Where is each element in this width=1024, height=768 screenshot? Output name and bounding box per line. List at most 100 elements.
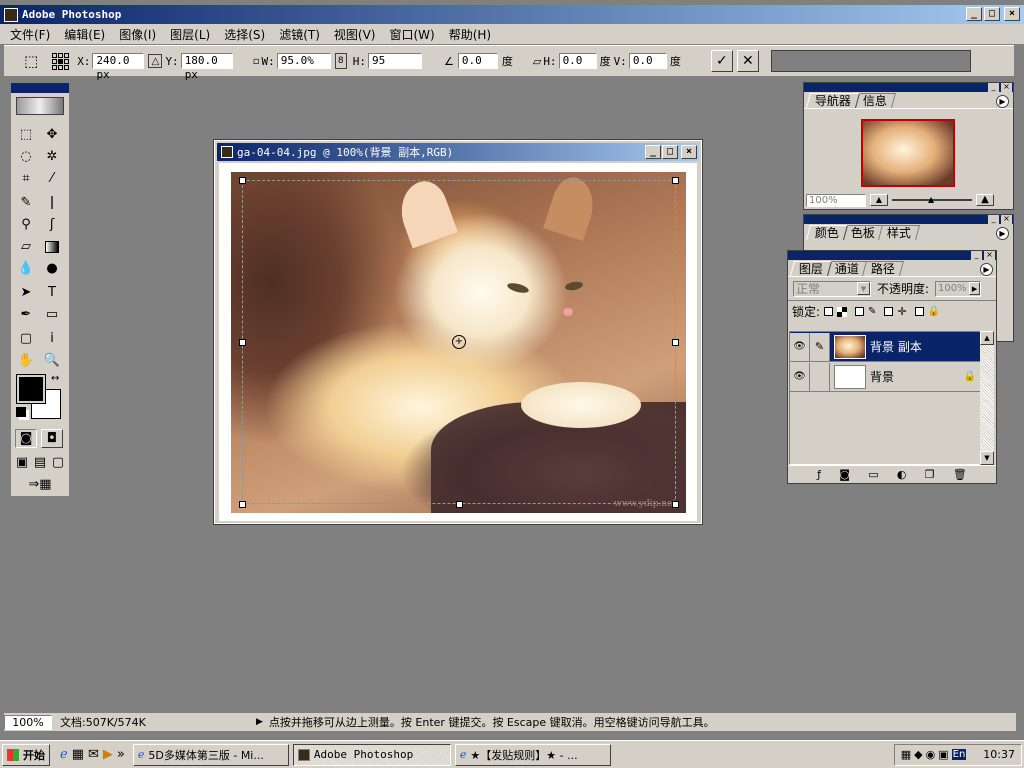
quicklaunch-more-icon[interactable]: »: [117, 747, 125, 762]
internet-explorer-icon[interactable]: ℯ: [60, 747, 68, 762]
skew-h-input[interactable]: 0.0: [558, 53, 597, 69]
scroll-up-icon[interactable]: ▲: [980, 331, 994, 345]
task-photoshop[interactable]: Adobe Photoshop: [292, 743, 451, 766]
doc-close-button[interactable]: ×: [681, 145, 697, 159]
healing-brush-tool-icon[interactable]: ✎: [15, 193, 37, 212]
quick-mask-mode-icon[interactable]: ◘: [41, 429, 63, 448]
navigator-close-button[interactable]: ×: [1001, 83, 1012, 92]
notes-tool-icon[interactable]: ▢: [15, 329, 37, 348]
width-input[interactable]: 95.0%: [276, 53, 331, 69]
marquee-tool-icon[interactable]: ⬚: [15, 125, 37, 144]
commit-transform-button[interactable]: ✓: [710, 50, 733, 72]
x-position-input[interactable]: 240.0 px: [92, 53, 145, 81]
delete-layer-icon[interactable]: 🗑: [953, 468, 967, 481]
palette-well[interactable]: [770, 50, 971, 72]
magic-wand-tool-icon[interactable]: ✲: [41, 147, 63, 166]
layer-row[interactable]: 👁 ✎ 背景 副本: [790, 332, 980, 362]
path-selection-tool-icon[interactable]: ➤: [15, 283, 37, 302]
menu-window[interactable]: 窗口(W): [389, 26, 434, 43]
color-minimize-button[interactable]: _: [988, 215, 999, 224]
crop-tool-icon[interactable]: ⌗: [15, 169, 37, 188]
standard-mode-icon[interactable]: ◙: [15, 429, 37, 448]
relative-delta-icon[interactable]: △: [148, 54, 163, 68]
layers-close-button[interactable]: ×: [984, 251, 995, 260]
link-aspect-icon[interactable]: 8: [334, 53, 347, 69]
reference-point-grid-icon[interactable]: [52, 52, 70, 70]
add-mask-icon[interactable]: ◙: [839, 468, 850, 481]
navigator-thumbnail[interactable]: [861, 119, 955, 187]
gradient-tool-icon[interactable]: [41, 237, 63, 256]
eraser-tool-icon[interactable]: ▱: [15, 237, 37, 256]
full-screen-menu-mode-icon[interactable]: ▤: [31, 453, 49, 472]
height-input[interactable]: 95: [367, 53, 422, 69]
outlook-express-icon[interactable]: ✉: [88, 747, 99, 762]
full-screen-mode-icon[interactable]: ▢: [49, 453, 67, 472]
layers-scrollbar[interactable]: ▲ ▼: [980, 331, 994, 465]
menu-layer[interactable]: 图层(L): [170, 26, 210, 43]
menu-help[interactable]: 帮助(H): [449, 26, 491, 43]
status-menu-arrow-icon[interactable]: ▶: [256, 717, 263, 727]
transform-handle-bm[interactable]: [456, 501, 463, 508]
lock-transparent-checkbox[interactable]: [824, 307, 834, 316]
media-player-icon[interactable]: ▶: [103, 747, 113, 762]
lock-image-checkbox[interactable]: [855, 307, 865, 316]
blur-tool-icon[interactable]: 💧: [15, 259, 37, 278]
navigator-menu-arrow-icon[interactable]: ▶: [996, 95, 1009, 108]
lock-all-checkbox[interactable]: [914, 307, 924, 316]
transform-handle-tr[interactable]: [672, 177, 679, 184]
dodge-tool-icon[interactable]: ●: [41, 259, 63, 278]
lang-indicator[interactable]: En: [951, 749, 967, 760]
clock[interactable]: 10:37: [983, 748, 1015, 761]
tab-color[interactable]: 颜色: [805, 225, 849, 240]
task-word[interactable]: ℯ 5D多媒体第三版 - Mi...: [132, 743, 289, 766]
navigator-zoom-input[interactable]: 100%: [806, 193, 866, 207]
tab-navigator[interactable]: 导航器: [805, 93, 861, 108]
layers-minimize-button[interactable]: _: [971, 251, 982, 260]
navigator-minimize-button[interactable]: _: [988, 83, 999, 92]
rotation-input[interactable]: 0.0: [457, 53, 498, 69]
layer-row[interactable]: 👁 背景 🔒: [790, 362, 980, 392]
hand-tool-icon[interactable]: ✋: [15, 351, 37, 370]
close-button[interactable]: ×: [1004, 7, 1020, 21]
toolbox-title-bar[interactable]: [11, 83, 69, 93]
standard-screen-mode-icon[interactable]: ▣: [13, 453, 31, 472]
transform-handle-br[interactable]: [672, 501, 679, 508]
rectangle-tool-icon[interactable]: ▭: [41, 305, 63, 324]
visibility-eye-icon[interactable]: 👁: [790, 332, 810, 361]
visibility-eye-icon[interactable]: 👁: [790, 362, 810, 391]
layers-panel-title-bar[interactable]: _ ×: [788, 251, 996, 260]
layers-menu-arrow-icon[interactable]: ▶: [980, 263, 993, 276]
show-desktop-icon[interactable]: ▦: [72, 747, 84, 762]
tab-styles[interactable]: 样式: [878, 225, 921, 240]
navigator-panel-title-bar[interactable]: _ ×: [804, 83, 1013, 92]
menu-filter[interactable]: 滤镜(T): [279, 26, 320, 43]
new-layer-set-icon[interactable]: ▭: [868, 468, 878, 481]
adobe-online-icon[interactable]: [16, 97, 64, 115]
slice-tool-icon[interactable]: ⁄: [41, 169, 63, 188]
task-browser[interactable]: ℯ ★【发贴规则】★ - ...: [454, 743, 611, 766]
menu-image[interactable]: 图像(I): [119, 26, 156, 43]
ime-icon[interactable]: ▣: [938, 748, 948, 761]
volume-icon[interactable]: ◆: [914, 748, 922, 761]
document-title-bar[interactable]: ga-04-04.jpg @ 100%(背景 副本,RGB) _ □ ×: [217, 143, 699, 161]
cancel-transform-button[interactable]: ✕: [736, 50, 759, 72]
layer-link-icon[interactable]: [810, 362, 830, 391]
layer-style-icon[interactable]: ƒ: [817, 468, 821, 481]
canvas[interactable]: www.ydip.net +: [219, 163, 697, 521]
new-adjustment-layer-icon[interactable]: ◐: [897, 468, 907, 481]
qq-icon[interactable]: ◉: [926, 748, 936, 761]
start-button[interactable]: 开始: [2, 743, 50, 766]
tab-info[interactable]: 信息: [854, 93, 897, 108]
opacity-arrow-icon[interactable]: ▶: [969, 282, 981, 295]
menu-edit[interactable]: 编辑(E): [64, 26, 105, 43]
lasso-tool-icon[interactable]: ◌: [15, 147, 37, 166]
default-colors-icon[interactable]: [16, 407, 26, 417]
swap-colors-icon[interactable]: ↔: [51, 373, 59, 384]
zoom-tool-icon[interactable]: 🔍: [41, 351, 63, 370]
status-zoom-input[interactable]: 100%: [4, 714, 52, 730]
transform-handle-ml[interactable]: [239, 339, 246, 346]
app-title-bar[interactable]: Adobe Photoshop _ □ ×: [0, 5, 1024, 24]
new-layer-icon[interactable]: ❐: [925, 468, 935, 481]
transform-handle-tl[interactable]: [239, 177, 246, 184]
color-panel-title-bar[interactable]: _ ×: [804, 215, 1013, 224]
